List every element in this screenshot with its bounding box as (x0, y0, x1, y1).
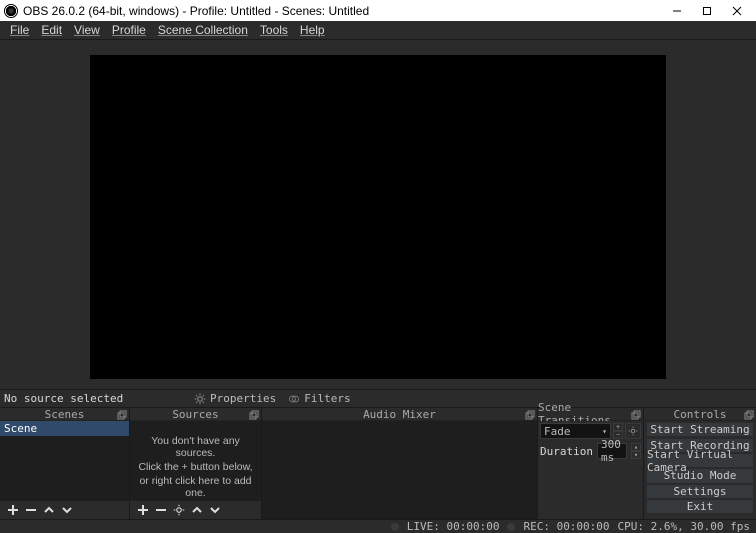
start-streaming-button[interactable]: Start Streaming (646, 422, 754, 437)
duration-input[interactable]: 300 ms (597, 443, 627, 459)
duration-label: Duration (540, 445, 593, 458)
scenes-header[interactable]: Scenes (0, 407, 129, 421)
empty-line-2: Click the + button below, (138, 461, 252, 473)
properties-label: Properties (210, 392, 276, 405)
plus-icon (7, 504, 19, 516)
properties-button[interactable]: Properties (188, 392, 282, 405)
chevron-down-icon (209, 504, 221, 516)
minus-icon (25, 504, 37, 516)
window-title: OBS 26.0.2 (64-bit, windows) - Profile: … (23, 4, 662, 18)
filters-label: Filters (304, 392, 350, 405)
chevron-down-icon (61, 504, 73, 516)
undock-icon[interactable] (248, 409, 260, 421)
undock-icon[interactable] (524, 409, 536, 421)
empty-line-1: You don't have any sources. (134, 435, 257, 459)
menu-tools[interactable]: Tools (254, 22, 294, 38)
controls-header[interactable]: Controls (644, 407, 756, 421)
empty-line-3: or right click here to add one. (134, 475, 257, 499)
title-bar: OBS 26.0.2 (64-bit, windows) - Profile: … (0, 0, 756, 21)
dropdown-icon: ▾ (602, 427, 607, 436)
sources-panel: Sources You don't have any sources. Clic… (130, 407, 262, 519)
transitions-header[interactable]: Scene Transitions (538, 407, 643, 421)
obs-logo-icon (4, 4, 18, 18)
status-bar: LIVE: 00:00:00 REC: 00:00:00 CPU: 2.6%, … (0, 519, 756, 533)
duration-value: 300 ms (601, 438, 623, 464)
gear-icon (194, 393, 206, 405)
duration-stepper[interactable]: ▴▾ (631, 443, 641, 459)
sources-header[interactable]: Sources (130, 407, 261, 421)
exit-button[interactable]: Exit (646, 499, 754, 514)
scenes-title: Scenes (45, 408, 85, 421)
audio-mixer-panel: Audio Mixer (262, 407, 538, 519)
sources-footer (130, 501, 261, 519)
gear-icon (173, 504, 185, 516)
scenes-footer (0, 501, 129, 519)
preview-area (0, 40, 756, 389)
transitions-panel: Scene Transitions Fade ▾ +− Duration 300… (538, 407, 644, 519)
transition-selected: Fade (544, 425, 571, 438)
scenes-panel: Scenes Scene (0, 407, 130, 519)
gear-icon (628, 426, 638, 436)
undock-icon[interactable] (116, 409, 128, 421)
chevron-up-icon (191, 504, 203, 516)
settings-button[interactable]: Settings (646, 484, 754, 499)
maximize-button[interactable] (692, 0, 722, 21)
add-scene-button[interactable] (4, 502, 22, 518)
live-status: LIVE: 00:00:00 (407, 520, 500, 533)
close-button[interactable] (722, 0, 752, 21)
sources-empty-hint: You don't have any sources. Click the + … (130, 421, 261, 501)
scene-item[interactable]: Scene (0, 421, 129, 436)
transition-settings-button[interactable] (625, 423, 641, 439)
transitions-body: Fade ▾ +− Duration 300 ms ▴▾ (538, 421, 643, 519)
menu-bar: File Edit View Profile Scene Collection … (0, 21, 756, 40)
rec-status-dot (507, 523, 515, 531)
undock-icon[interactable] (743, 409, 755, 421)
menu-scene-collection[interactable]: Scene Collection (152, 22, 254, 38)
remove-source-button[interactable] (152, 502, 170, 518)
mixer-title: Audio Mixer (363, 408, 436, 421)
source-properties-button[interactable] (170, 502, 188, 518)
remove-scene-button[interactable] (22, 502, 40, 518)
cpu-status: CPU: 2.6%, 30.00 fps (618, 520, 750, 533)
rec-status: REC: 00:00:00 (523, 520, 609, 533)
transition-add-remove[interactable]: +− (613, 423, 623, 439)
minimize-button[interactable] (662, 0, 692, 21)
controls-title: Controls (674, 408, 727, 421)
menu-edit[interactable]: Edit (35, 22, 68, 38)
preview-canvas[interactable] (90, 55, 666, 379)
scene-down-button[interactable] (58, 502, 76, 518)
start-virtual-camera-button[interactable]: Start Virtual Camera (646, 453, 754, 468)
controls-panel: Controls Start Streaming Start Recording… (644, 407, 756, 519)
live-status-dot (391, 523, 399, 531)
menu-profile[interactable]: Profile (106, 22, 152, 38)
source-down-button[interactable] (206, 502, 224, 518)
filters-button[interactable]: Filters (282, 392, 356, 405)
chevron-up-icon (43, 504, 55, 516)
scene-up-button[interactable] (40, 502, 58, 518)
no-source-label: No source selected (4, 392, 188, 405)
dock-panels: Scenes Scene Sources You don't have any … (0, 407, 756, 519)
controls-body: Start Streaming Start Recording Start Vi… (644, 421, 756, 519)
transition-select[interactable]: Fade ▾ (540, 423, 611, 439)
sources-title: Sources (172, 408, 218, 421)
scenes-list[interactable]: Scene (0, 421, 129, 501)
filters-icon (288, 393, 300, 405)
minus-icon (155, 504, 167, 516)
plus-icon (137, 504, 149, 516)
mixer-header[interactable]: Audio Mixer (262, 407, 537, 421)
menu-help[interactable]: Help (294, 22, 331, 38)
menu-file[interactable]: File (4, 22, 35, 38)
mixer-body[interactable] (262, 421, 537, 519)
undock-icon[interactable] (630, 409, 642, 421)
sources-list[interactable]: You don't have any sources. Click the + … (130, 421, 261, 501)
source-up-button[interactable] (188, 502, 206, 518)
add-source-button[interactable] (134, 502, 152, 518)
menu-view[interactable]: View (68, 22, 106, 38)
